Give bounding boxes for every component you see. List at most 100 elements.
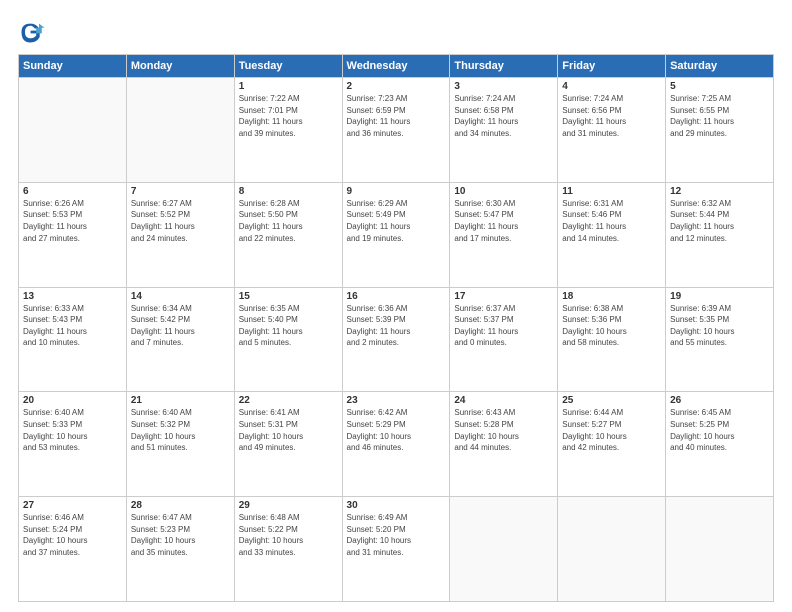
day-number: 19 — [670, 291, 769, 302]
day-number: 25 — [562, 395, 661, 406]
day-number: 5 — [670, 81, 769, 92]
day-info: Sunrise: 7:24 AM Sunset: 6:58 PM Dayligh… — [454, 93, 553, 139]
day-info: Sunrise: 6:41 AM Sunset: 5:31 PM Dayligh… — [239, 407, 338, 453]
calendar-cell: 3Sunrise: 7:24 AM Sunset: 6:58 PM Daylig… — [450, 78, 558, 183]
day-info: Sunrise: 6:28 AM Sunset: 5:50 PM Dayligh… — [239, 198, 338, 244]
calendar-cell: 29Sunrise: 6:48 AM Sunset: 5:22 PM Dayli… — [234, 497, 342, 602]
calendar-cell: 20Sunrise: 6:40 AM Sunset: 5:33 PM Dayli… — [19, 392, 127, 497]
day-number: 26 — [670, 395, 769, 406]
calendar-cell: 28Sunrise: 6:47 AM Sunset: 5:23 PM Dayli… — [126, 497, 234, 602]
day-number: 3 — [454, 81, 553, 92]
day-header-monday: Monday — [126, 55, 234, 78]
day-number: 20 — [23, 395, 122, 406]
day-info: Sunrise: 6:29 AM Sunset: 5:49 PM Dayligh… — [347, 198, 446, 244]
day-info: Sunrise: 6:36 AM Sunset: 5:39 PM Dayligh… — [347, 303, 446, 349]
day-info: Sunrise: 7:23 AM Sunset: 6:59 PM Dayligh… — [347, 93, 446, 139]
calendar-cell: 4Sunrise: 7:24 AM Sunset: 6:56 PM Daylig… — [558, 78, 666, 183]
calendar-cell: 27Sunrise: 6:46 AM Sunset: 5:24 PM Dayli… — [19, 497, 127, 602]
calendar-cell: 17Sunrise: 6:37 AM Sunset: 5:37 PM Dayli… — [450, 287, 558, 392]
calendar-cell: 30Sunrise: 6:49 AM Sunset: 5:20 PM Dayli… — [342, 497, 450, 602]
day-header-friday: Friday — [558, 55, 666, 78]
day-info: Sunrise: 6:42 AM Sunset: 5:29 PM Dayligh… — [347, 407, 446, 453]
calendar-cell: 24Sunrise: 6:43 AM Sunset: 5:28 PM Dayli… — [450, 392, 558, 497]
day-number: 22 — [239, 395, 338, 406]
calendar-cell: 2Sunrise: 7:23 AM Sunset: 6:59 PM Daylig… — [342, 78, 450, 183]
calendar-cell — [450, 497, 558, 602]
day-info: Sunrise: 6:35 AM Sunset: 5:40 PM Dayligh… — [239, 303, 338, 349]
calendar-cell: 11Sunrise: 6:31 AM Sunset: 5:46 PM Dayli… — [558, 182, 666, 287]
day-info: Sunrise: 6:46 AM Sunset: 5:24 PM Dayligh… — [23, 512, 122, 558]
day-info: Sunrise: 6:38 AM Sunset: 5:36 PM Dayligh… — [562, 303, 661, 349]
logo — [18, 18, 48, 46]
calendar-cell: 26Sunrise: 6:45 AM Sunset: 5:25 PM Dayli… — [666, 392, 774, 497]
calendar-cell: 10Sunrise: 6:30 AM Sunset: 5:47 PM Dayli… — [450, 182, 558, 287]
day-number: 11 — [562, 186, 661, 197]
day-number: 17 — [454, 291, 553, 302]
calendar-cell: 21Sunrise: 6:40 AM Sunset: 5:32 PM Dayli… — [126, 392, 234, 497]
calendar-cell: 18Sunrise: 6:38 AM Sunset: 5:36 PM Dayli… — [558, 287, 666, 392]
day-info: Sunrise: 7:25 AM Sunset: 6:55 PM Dayligh… — [670, 93, 769, 139]
day-info: Sunrise: 7:24 AM Sunset: 6:56 PM Dayligh… — [562, 93, 661, 139]
calendar-cell: 9Sunrise: 6:29 AM Sunset: 5:49 PM Daylig… — [342, 182, 450, 287]
day-number: 15 — [239, 291, 338, 302]
day-number: 6 — [23, 186, 122, 197]
day-number: 23 — [347, 395, 446, 406]
day-number: 18 — [562, 291, 661, 302]
day-number: 4 — [562, 81, 661, 92]
day-info: Sunrise: 6:30 AM Sunset: 5:47 PM Dayligh… — [454, 198, 553, 244]
day-info: Sunrise: 6:33 AM Sunset: 5:43 PM Dayligh… — [23, 303, 122, 349]
calendar-cell: 23Sunrise: 6:42 AM Sunset: 5:29 PM Dayli… — [342, 392, 450, 497]
header-row: SundayMondayTuesdayWednesdayThursdayFrid… — [19, 55, 774, 78]
day-number: 29 — [239, 500, 338, 511]
day-header-wednesday: Wednesday — [342, 55, 450, 78]
calendar-cell — [558, 497, 666, 602]
week-row-3: 20Sunrise: 6:40 AM Sunset: 5:33 PM Dayli… — [19, 392, 774, 497]
day-header-saturday: Saturday — [666, 55, 774, 78]
calendar-cell: 7Sunrise: 6:27 AM Sunset: 5:52 PM Daylig… — [126, 182, 234, 287]
day-info: Sunrise: 6:47 AM Sunset: 5:23 PM Dayligh… — [131, 512, 230, 558]
day-number: 12 — [670, 186, 769, 197]
day-number: 2 — [347, 81, 446, 92]
calendar-cell: 14Sunrise: 6:34 AM Sunset: 5:42 PM Dayli… — [126, 287, 234, 392]
day-number: 16 — [347, 291, 446, 302]
logo-icon — [18, 18, 46, 46]
day-info: Sunrise: 6:31 AM Sunset: 5:46 PM Dayligh… — [562, 198, 661, 244]
day-number: 1 — [239, 81, 338, 92]
calendar-cell: 5Sunrise: 7:25 AM Sunset: 6:55 PM Daylig… — [666, 78, 774, 183]
week-row-2: 13Sunrise: 6:33 AM Sunset: 5:43 PM Dayli… — [19, 287, 774, 392]
day-info: Sunrise: 6:45 AM Sunset: 5:25 PM Dayligh… — [670, 407, 769, 453]
day-info: Sunrise: 6:48 AM Sunset: 5:22 PM Dayligh… — [239, 512, 338, 558]
day-info: Sunrise: 6:40 AM Sunset: 5:32 PM Dayligh… — [131, 407, 230, 453]
day-info: Sunrise: 6:49 AM Sunset: 5:20 PM Dayligh… — [347, 512, 446, 558]
day-info: Sunrise: 6:44 AM Sunset: 5:27 PM Dayligh… — [562, 407, 661, 453]
calendar-cell: 25Sunrise: 6:44 AM Sunset: 5:27 PM Dayli… — [558, 392, 666, 497]
calendar-cell: 13Sunrise: 6:33 AM Sunset: 5:43 PM Dayli… — [19, 287, 127, 392]
calendar-cell: 19Sunrise: 6:39 AM Sunset: 5:35 PM Dayli… — [666, 287, 774, 392]
day-number: 14 — [131, 291, 230, 302]
day-info: Sunrise: 7:22 AM Sunset: 7:01 PM Dayligh… — [239, 93, 338, 139]
day-info: Sunrise: 6:27 AM Sunset: 5:52 PM Dayligh… — [131, 198, 230, 244]
calendar-cell — [19, 78, 127, 183]
page: SundayMondayTuesdayWednesdayThursdayFrid… — [0, 0, 792, 612]
day-number: 27 — [23, 500, 122, 511]
day-info: Sunrise: 6:32 AM Sunset: 5:44 PM Dayligh… — [670, 198, 769, 244]
week-row-0: 1Sunrise: 7:22 AM Sunset: 7:01 PM Daylig… — [19, 78, 774, 183]
day-number: 30 — [347, 500, 446, 511]
day-info: Sunrise: 6:40 AM Sunset: 5:33 PM Dayligh… — [23, 407, 122, 453]
day-number: 8 — [239, 186, 338, 197]
day-number: 21 — [131, 395, 230, 406]
calendar-cell — [126, 78, 234, 183]
calendar-cell: 8Sunrise: 6:28 AM Sunset: 5:50 PM Daylig… — [234, 182, 342, 287]
calendar-cell: 6Sunrise: 6:26 AM Sunset: 5:53 PM Daylig… — [19, 182, 127, 287]
day-info: Sunrise: 6:37 AM Sunset: 5:37 PM Dayligh… — [454, 303, 553, 349]
day-number: 24 — [454, 395, 553, 406]
day-info: Sunrise: 6:26 AM Sunset: 5:53 PM Dayligh… — [23, 198, 122, 244]
day-info: Sunrise: 6:39 AM Sunset: 5:35 PM Dayligh… — [670, 303, 769, 349]
calendar-cell: 22Sunrise: 6:41 AM Sunset: 5:31 PM Dayli… — [234, 392, 342, 497]
day-number: 9 — [347, 186, 446, 197]
calendar-table: SundayMondayTuesdayWednesdayThursdayFrid… — [18, 54, 774, 602]
day-header-tuesday: Tuesday — [234, 55, 342, 78]
header — [18, 18, 774, 46]
day-number: 10 — [454, 186, 553, 197]
week-row-4: 27Sunrise: 6:46 AM Sunset: 5:24 PM Dayli… — [19, 497, 774, 602]
